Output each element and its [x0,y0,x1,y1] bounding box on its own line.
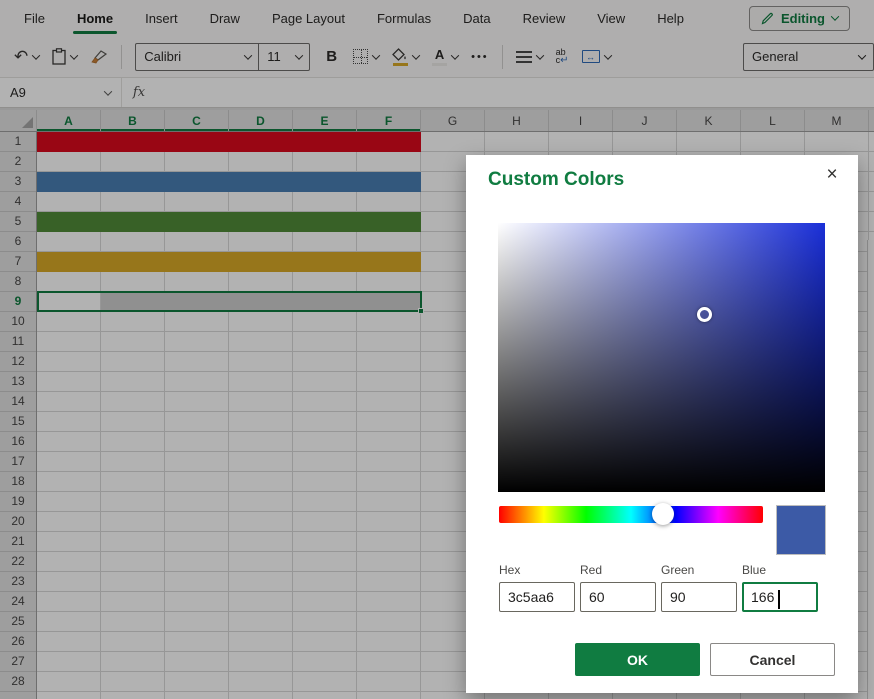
red-input[interactable] [580,582,656,612]
hex-input[interactable] [499,582,575,612]
color-preview-swatch [776,505,826,555]
dialog-buttons: OK Cancel [575,643,835,676]
saturation-value-picker[interactable] [498,223,825,492]
green-label: Green [661,563,737,577]
red-label: Red [580,563,656,577]
hue-slider[interactable] [499,506,763,523]
green-input[interactable] [661,582,737,612]
dialog-title: Custom Colors [488,169,624,191]
text-caret [778,590,780,609]
color-value-fields: Hex Red Green Blue [499,563,818,612]
green-field-group: Green [661,563,737,612]
red-field-group: Red [580,563,656,612]
blue-label: Blue [742,563,818,577]
cancel-button[interactable]: Cancel [710,643,835,676]
color-picker-ring[interactable] [697,307,712,322]
ok-button[interactable]: OK [575,643,700,676]
hex-label: Hex [499,563,575,577]
custom-colors-dialog: Custom Colors × Hex Red Green Blue OK Cance… [466,155,858,693]
hue-slider-thumb[interactable] [652,503,674,525]
blue-input[interactable] [742,582,818,612]
close-icon[interactable]: × [820,163,844,187]
blue-field-group: Blue [742,563,818,612]
hex-field-group: Hex [499,563,575,612]
